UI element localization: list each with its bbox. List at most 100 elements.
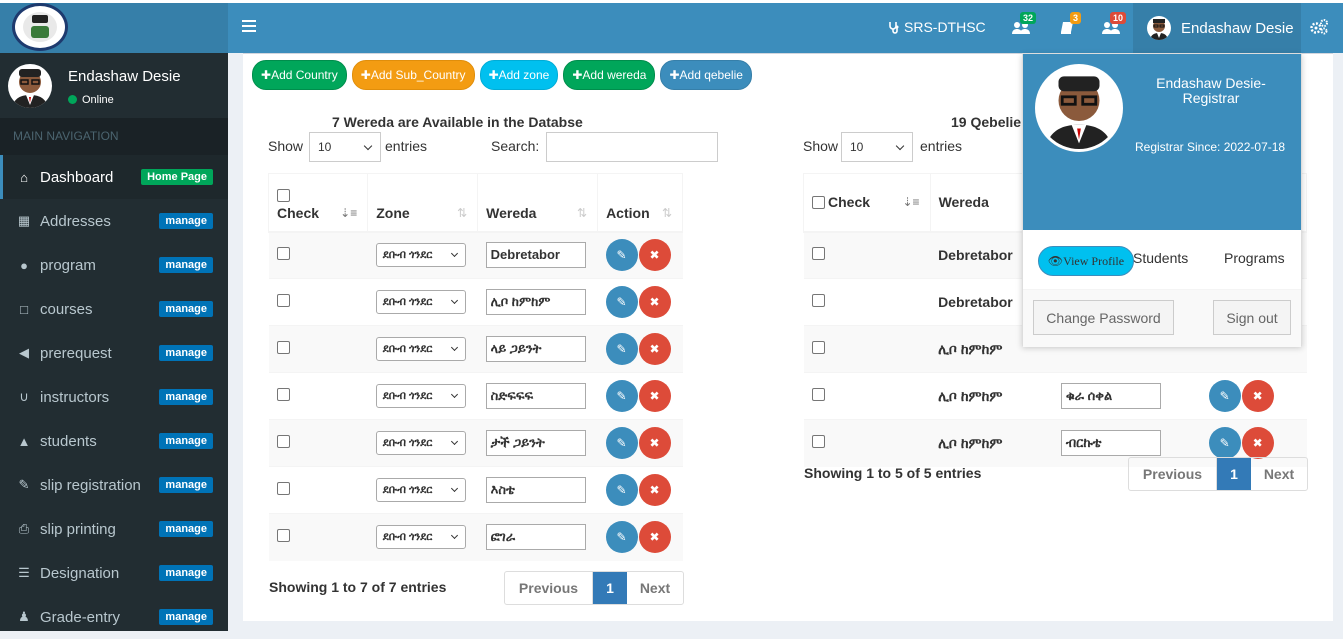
edit-button[interactable]: ✎ (605, 333, 638, 365)
table-row: ደቡብ ጎንደር ፎገራ ✎ ✖ (268, 513, 683, 561)
page-1-button[interactable]: 1 (593, 572, 627, 604)
sidebar-item-instructors[interactable]: ∪ instructors manage (0, 375, 228, 419)
zone-select[interactable]: ደቡብ ጎንደር (375, 243, 466, 268)
table-row: ደቡብ ጎንደር ስድፍፍፍ ✎ ✖ (268, 372, 683, 420)
sign-out-button[interactable]: Sign out (1213, 300, 1291, 335)
notifications-groups[interactable]: 10 (1100, 12, 1127, 41)
zone-select[interactable]: ደቡብ ጎንደር (375, 478, 466, 502)
sidebar-item-students[interactable]: ▲ students manage (0, 419, 228, 463)
delete-button[interactable]: ✖ (638, 286, 671, 318)
dropdown-user-name: Endashaw Desie- Registrar (1156, 75, 1266, 106)
wereda-input[interactable]: ፎገራ (485, 524, 586, 551)
column-header-action[interactable]: Action ⇅ (597, 173, 683, 233)
wereda-input[interactable]: Debretabor (485, 242, 586, 269)
sidebar-toggle-icon[interactable] (242, 20, 256, 32)
sidebar-item-designation[interactable]: ☰ Designation manage (0, 551, 228, 595)
edit-button[interactable]: ✎ (605, 474, 638, 506)
students-link[interactable]: Students (1133, 250, 1188, 266)
control-sidebar-toggle[interactable] (1310, 19, 1328, 38)
sidebar-item-prerequest[interactable]: ◀ prerequest manage (0, 331, 228, 375)
qebelie-input[interactable]: ብርኩቴ (1060, 430, 1161, 457)
edit-button[interactable]: ✎ (605, 239, 638, 272)
edit-button[interactable]: ✎ (605, 380, 638, 412)
previous-page-button[interactable]: Previous (505, 572, 593, 604)
wereda-input[interactable]: ታች ጋይንት (485, 430, 586, 456)
row-checkbox[interactable] (276, 388, 290, 401)
edit-button[interactable]: ✎ (605, 427, 638, 459)
logo-area[interactable] (0, 3, 228, 53)
online-status[interactable]: Online (68, 94, 181, 106)
sidebar-item-slip-printing[interactable]: ⎙ slip printing manage (0, 507, 228, 551)
sidebar-item-addresses[interactable]: ▦ Addresses manage (0, 199, 228, 243)
sidebar-item-grade-entry[interactable]: ♟ Grade-entry manage (0, 595, 228, 639)
row-checkbox[interactable] (811, 388, 825, 401)
column-header-zone[interactable]: Zone ⇅ (367, 173, 479, 233)
row-checkbox[interactable] (276, 247, 290, 261)
row-checkbox[interactable] (811, 247, 825, 261)
wereda-input[interactable]: ሊቦ ከምከም (485, 289, 586, 315)
delete-button[interactable]: ✖ (638, 474, 671, 506)
delete-button[interactable]: ✖ (638, 239, 671, 272)
entries-select[interactable]: 10 (309, 132, 381, 162)
add-sub-country-button[interactable]: ✚ Add Sub_Country (351, 60, 475, 90)
edit-button[interactable]: ✎ (1208, 380, 1241, 412)
programs-link[interactable]: Programs (1224, 250, 1285, 266)
add-country-button[interactable]: ✚ Add Country (252, 60, 347, 90)
row-checkbox[interactable] (811, 435, 825, 449)
row-checkbox[interactable] (276, 341, 290, 354)
entries-select[interactable]: 10 (841, 132, 913, 162)
search-input[interactable] (546, 132, 718, 162)
entries-label: entries (385, 138, 428, 154)
user-menu-toggle[interactable]: Endashaw Desie (1133, 3, 1301, 53)
qebelie-input[interactable]: ቁራ ሰቀል (1060, 383, 1161, 409)
sidebar-item-courses[interactable]: □ courses manage (0, 287, 228, 331)
row-checkbox[interactable] (276, 294, 290, 307)
zone-select[interactable]: ደቡብ ጎንደር (375, 431, 466, 455)
delete-button[interactable]: ✖ (1241, 380, 1274, 412)
zone-select[interactable]: ደቡብ ጎንደር (375, 384, 466, 408)
zone-select[interactable]: ደቡብ ጎንደር (375, 290, 466, 314)
column-header-wereda[interactable]: Wereda ⇅ (477, 173, 599, 233)
table-row: ደቡብ ጎንደር እስቴ ✎ ✖ (268, 466, 683, 514)
sidebar-item-program[interactable]: ● program manage (0, 243, 228, 287)
delete-button[interactable]: ✖ (638, 521, 671, 554)
change-password-button[interactable]: Change Password (1033, 300, 1174, 335)
column-header-check[interactable]: Check ⇣≡ (267, 173, 369, 233)
wereda-input[interactable]: ስድፍፍፍ (485, 383, 586, 409)
delete-button[interactable]: ✖ (638, 333, 671, 365)
wereda-input[interactable]: እስቴ (485, 477, 586, 503)
row-checkbox[interactable] (276, 482, 290, 495)
add-wereda-button[interactable]: ✚ Add wereda (563, 60, 656, 90)
add-zone-button[interactable]: ✚ Add zone (479, 60, 559, 90)
sidebar-item-slip-registration[interactable]: ✎ slip registration manage (0, 463, 228, 507)
zone-select[interactable]: ደቡብ ጎንደር (375, 337, 466, 361)
next-page-button[interactable]: Next (1251, 458, 1307, 490)
zone-select[interactable]: ደቡብ ጎንደር (375, 525, 466, 550)
select-all-checkbox[interactable] (812, 196, 825, 210)
edit-button[interactable]: ✎ (1208, 427, 1241, 460)
row-checkbox[interactable] (811, 341, 825, 354)
notifications-books[interactable]: 3 (1058, 12, 1082, 41)
previous-page-button[interactable]: Previous (1129, 458, 1217, 490)
notifications-users[interactable]: 32 (1010, 12, 1037, 41)
brand-link[interactable]: SRS-DTHSC (888, 19, 986, 35)
wereda-input[interactable]: ላይ ጋይንት (485, 336, 586, 362)
delete-button[interactable]: ✖ (1241, 427, 1274, 460)
select-all-checkbox[interactable] (277, 188, 290, 202)
delete-button[interactable]: ✖ (638, 427, 671, 459)
row-checkbox[interactable] (811, 294, 825, 307)
next-page-button[interactable]: Next (627, 572, 683, 604)
page-1-button[interactable]: 1 (1217, 458, 1251, 490)
user-footer: Change Password Sign out (1023, 290, 1301, 347)
delete-button[interactable]: ✖ (638, 380, 671, 412)
graduation-cap-icon: ▲ (17, 433, 31, 449)
edit-button[interactable]: ✎ (605, 286, 638, 318)
row-checkbox[interactable] (276, 435, 290, 448)
sidebar-item-dashboard[interactable]: ⌂ Dashboard Home Page (0, 155, 228, 199)
user-dropdown-menu: Endashaw Desie- Registrar Registrar Sinc… (1022, 53, 1302, 347)
add-qebelie-button[interactable]: ✚ Add qebelie (660, 60, 752, 90)
edit-button[interactable]: ✎ (605, 521, 638, 554)
column-header-check[interactable]: Check ⇣≡ (803, 173, 931, 233)
view-profile-button[interactable]: 👁 View Profile (1038, 246, 1134, 276)
row-checkbox[interactable] (276, 529, 290, 543)
